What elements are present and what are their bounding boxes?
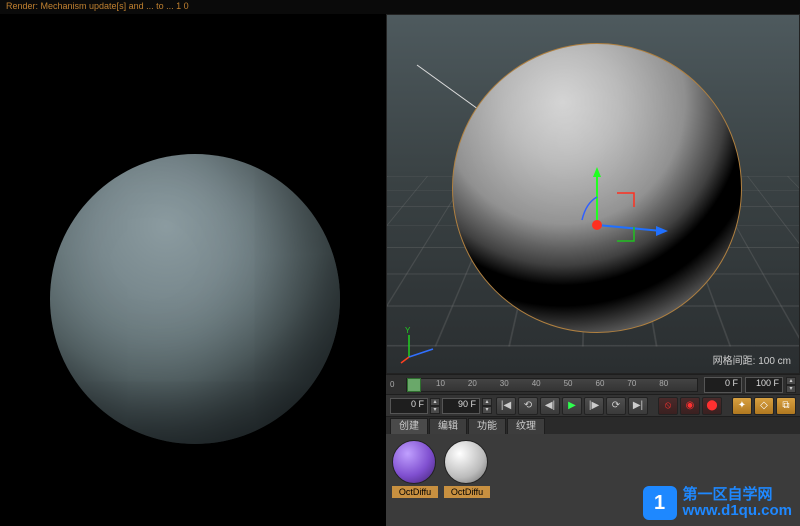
tab-texture[interactable]: 纹理	[507, 418, 545, 434]
timeline-tick: 70	[627, 379, 636, 388]
timeline-tick: 20	[468, 379, 477, 388]
tab-create[interactable]: 创建	[390, 418, 428, 434]
timeline-playhead[interactable]	[407, 378, 421, 392]
viewport-grid-info: 网格间距: 100 cm	[713, 352, 791, 367]
goto-end-button[interactable]: ▶|	[628, 397, 648, 415]
3d-viewport[interactable]: Y 网格间距: 100 cm	[386, 14, 800, 374]
material-slot[interactable]: OctDiffu	[444, 440, 490, 498]
step-forward-button[interactable]: |▶	[584, 397, 604, 415]
key-pos-button[interactable]: ✦	[732, 397, 752, 415]
loop-forward-button[interactable]: ⟳	[606, 397, 626, 415]
material-label: OctDiffu	[444, 486, 490, 498]
step-back-button[interactable]: ◀|	[540, 397, 560, 415]
key-scale-button[interactable]: ⧉	[776, 397, 796, 415]
record-button[interactable]: ⦸	[658, 397, 678, 415]
frame-start-input[interactable]: 0 F	[390, 398, 428, 414]
tab-function[interactable]: 功能	[468, 418, 506, 434]
range-stepper[interactable]: ▴▾	[786, 377, 796, 393]
material-preview-icon	[444, 440, 488, 484]
material-preview-icon	[392, 440, 436, 484]
rendered-sphere	[50, 154, 340, 444]
watermark-line1: 第一区自学网	[683, 487, 792, 503]
timeline-ruler[interactable]: 0 10 20 30 40 50 60 70 80 0 F 100 F ▴▾	[386, 374, 800, 394]
timeline-track[interactable]: 10 20 30 40 50 60 70 80	[406, 378, 698, 392]
material-label: OctDiffu	[392, 486, 438, 498]
range-end-field[interactable]: 100 F	[745, 377, 783, 393]
viewport-sphere-object[interactable]	[452, 43, 742, 333]
material-shelf[interactable]: OctDiffu OctDiffu 1 第一区自学网 www.d1qu.com	[386, 434, 800, 526]
timeline-tick: 50	[564, 379, 573, 388]
timeline-tick: 60	[596, 379, 605, 388]
timeline-tick: 30	[500, 379, 509, 388]
transport-bar: 0 F ▴▾ 90 F ▴▾ |◀ ⟲ ◀| ▶ |▶ ⟳ ▶| ⦸ ◉ ⬤ ✦…	[386, 394, 800, 416]
material-tabs: 创建 编辑 功能 纹理	[386, 416, 800, 434]
frame-end-stepper[interactable]: ▴▾	[482, 398, 492, 414]
render-status-text: Render: Mechanism update[s] and ... to .…	[6, 1, 189, 11]
range-start-field[interactable]: 0 F	[704, 377, 742, 393]
grid-spacing-label: 网格间距:	[713, 356, 756, 367]
play-button[interactable]: ▶	[562, 397, 582, 415]
watermark: 1 第一区自学网 www.d1qu.com	[643, 486, 792, 520]
material-slot[interactable]: OctDiffu	[392, 440, 438, 498]
keyframe-button[interactable]: ⬤	[702, 397, 722, 415]
render-preview-panel[interactable]	[0, 14, 386, 526]
key-rot-button[interactable]: ◇	[754, 397, 774, 415]
timeline-tick: 10	[436, 379, 445, 388]
watermark-line2: www.d1qu.com	[683, 503, 792, 519]
frame-start-stepper[interactable]: ▴▾	[430, 398, 440, 414]
render-status-bar: Render: Mechanism update[s] and ... to .…	[0, 0, 800, 14]
editor-panel: Y 网格间距: 100 cm 0 10 20 30 40 50 60 70 80	[386, 14, 800, 526]
timeline-tick: 40	[532, 379, 541, 388]
loop-back-button[interactable]: ⟲	[518, 397, 538, 415]
goto-start-button[interactable]: |◀	[496, 397, 516, 415]
frame-end-input[interactable]: 90 F	[442, 398, 480, 414]
timeline-start-tick: 0	[390, 380, 400, 389]
timeline-tick: 80	[659, 379, 668, 388]
tab-edit[interactable]: 编辑	[429, 418, 467, 434]
autokey-button[interactable]: ◉	[680, 397, 700, 415]
grid-spacing-value: 100 cm	[758, 356, 791, 367]
watermark-badge-icon: 1	[643, 486, 677, 520]
